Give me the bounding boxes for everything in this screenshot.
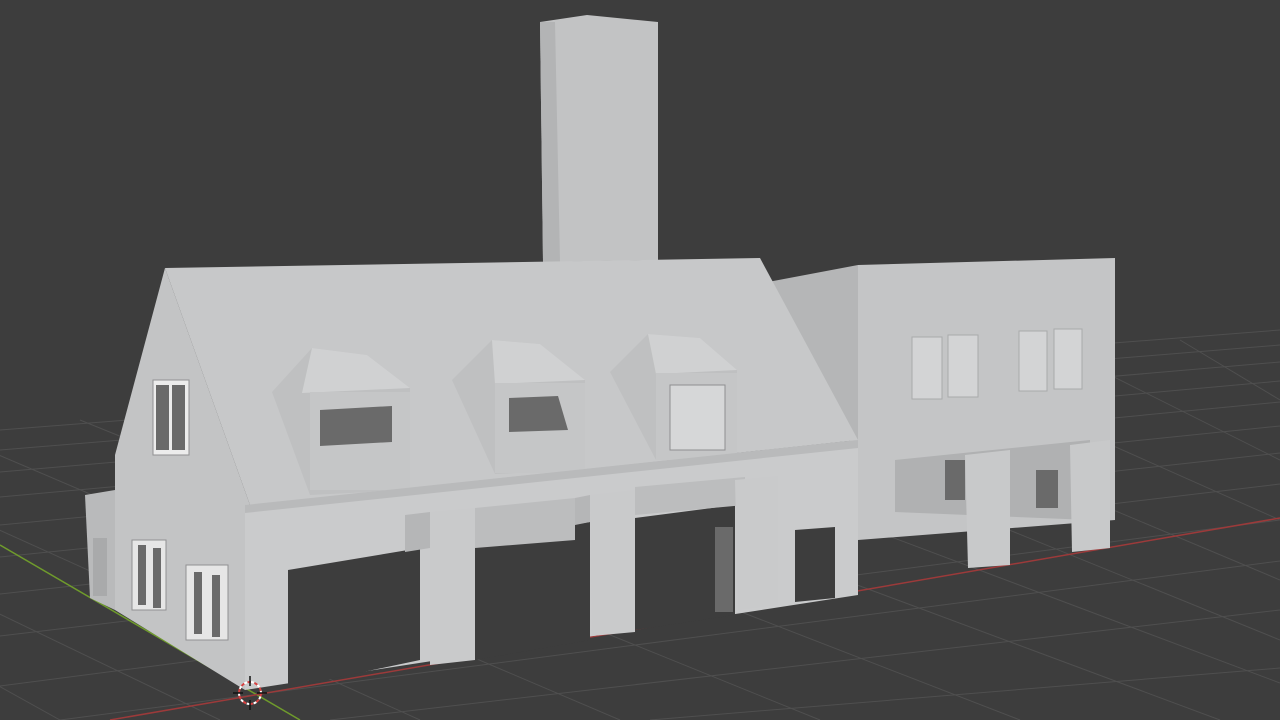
pillar-side — [575, 495, 590, 525]
opening — [1036, 470, 1058, 508]
window-pane — [212, 575, 220, 637]
arch-opening — [795, 527, 835, 602]
window — [1053, 328, 1083, 390]
window — [1018, 330, 1048, 392]
pillar — [430, 508, 475, 665]
pillar — [1070, 440, 1110, 552]
opening — [945, 460, 965, 500]
window-pane — [153, 548, 161, 608]
window-pane — [156, 385, 169, 450]
pillar — [590, 490, 635, 636]
window-pane — [194, 572, 202, 634]
window — [947, 334, 979, 398]
annex-window — [93, 538, 107, 596]
viewport-canvas[interactable] — [0, 0, 1280, 720]
window-pane — [138, 545, 146, 605]
pillar — [735, 476, 778, 610]
window-pane — [172, 385, 185, 450]
3d-viewport[interactable] — [0, 0, 1280, 720]
opening — [715, 527, 733, 612]
pillar-side — [405, 512, 430, 552]
pillar — [965, 450, 1010, 568]
window — [185, 564, 229, 641]
window — [911, 336, 943, 400]
